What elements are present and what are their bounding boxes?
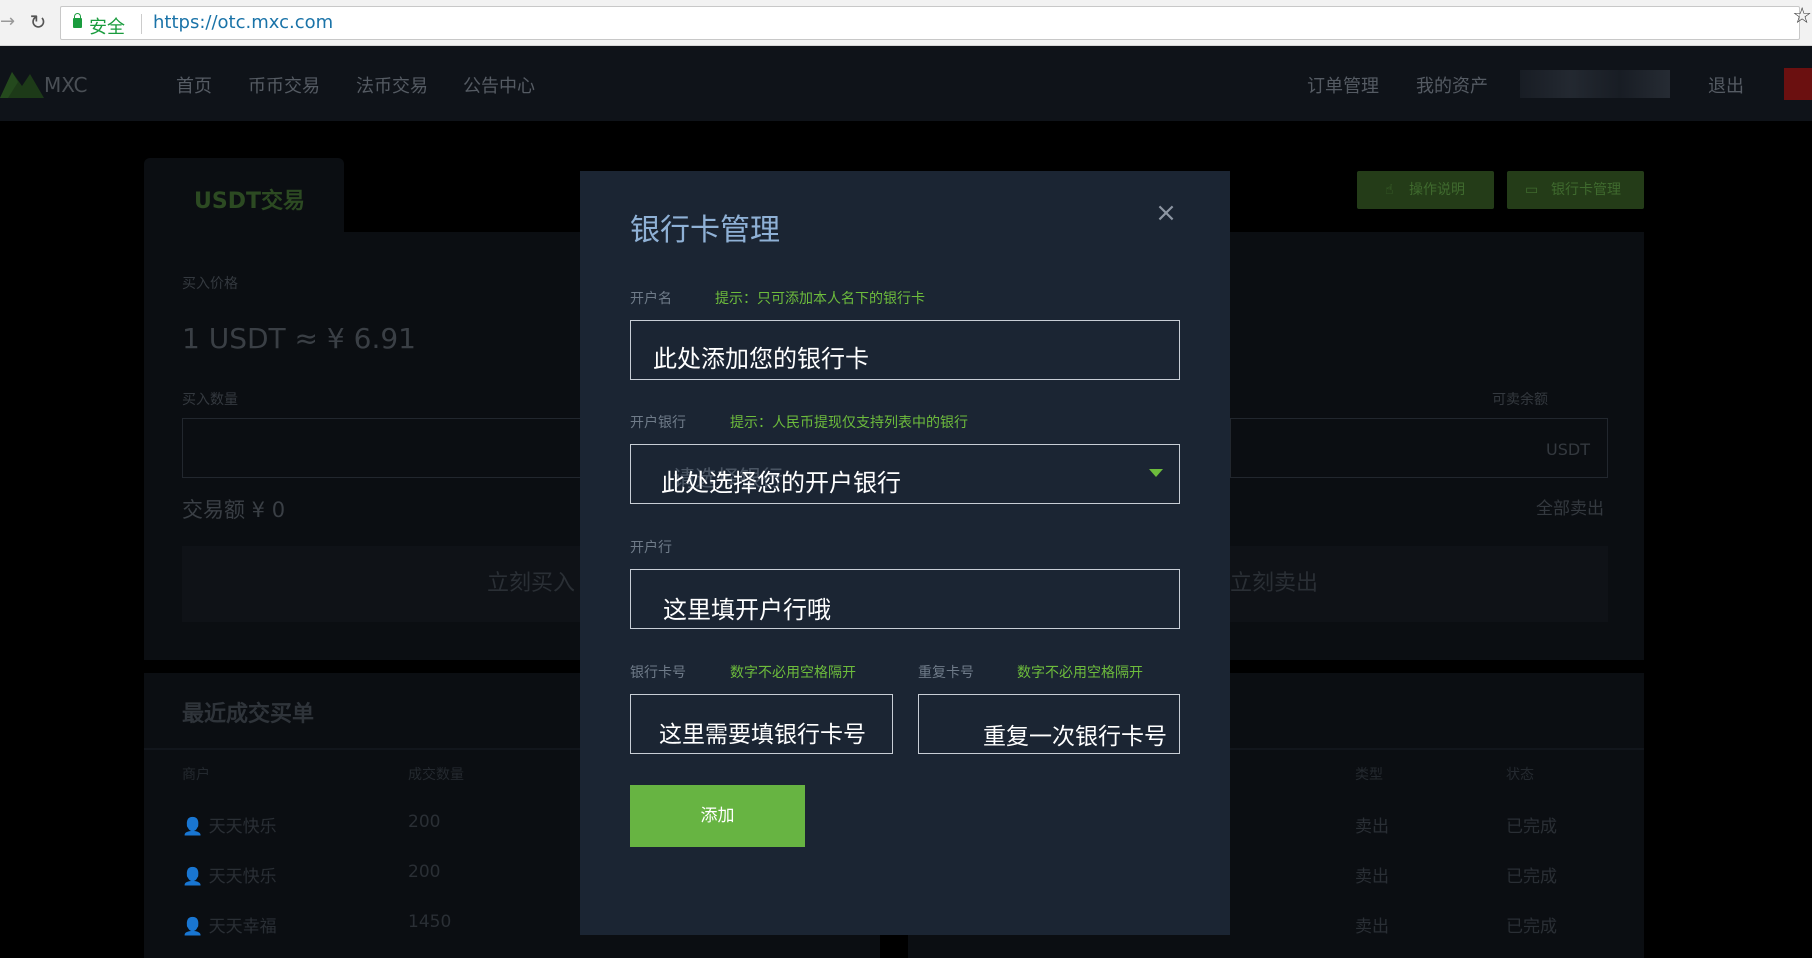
row-status: 已完成 — [1506, 817, 1557, 837]
site-header: MXC 首页 币币交易 法币交易 公告中心 订单管理 我的资产 退出 — [0, 46, 1812, 121]
address-separator — [141, 14, 142, 34]
table-header-status: 状态 — [1506, 767, 1534, 783]
row-type: 卖出 — [1355, 867, 1389, 887]
table-header-qty: 成交数量 — [408, 767, 464, 783]
row-merchant: 👤 天天快乐 — [182, 867, 277, 887]
holder-hint: 提示：只可添加本人名下的银行卡 — [715, 291, 925, 307]
row-merchant: 👤 天天快乐 — [182, 817, 277, 837]
card-number-hint: 数字不必用空格隔开 — [730, 665, 856, 681]
address-bar[interactable]: 安全 https://otc.mxc.com — [60, 6, 1800, 40]
mxc-logo-icon[interactable] — [0, 64, 44, 98]
repeat-card-label: 重复卡号 — [918, 665, 974, 681]
credit-card-icon: ▭ — [1525, 182, 1539, 198]
table-header-merchant: 商户 — [182, 767, 210, 783]
sell-all-link[interactable]: 全部卖出 — [1536, 494, 1604, 519]
row-type: 卖出 — [1355, 817, 1389, 837]
card-number-input[interactable] — [630, 694, 893, 754]
close-icon[interactable]: × — [1154, 200, 1178, 226]
nav-home[interactable]: 首页 — [176, 72, 212, 98]
nav-coin-trade[interactable]: 币币交易 — [248, 72, 320, 98]
back-arrow-icon[interactable]: → — [0, 12, 15, 32]
chevron-down-icon — [1149, 469, 1163, 477]
sell-now-button[interactable]: 立刻卖出 — [1230, 546, 1608, 622]
browser-toolbar: → ↻ 安全 https://otc.mxc.com ☆ — [0, 0, 1812, 46]
repeat-card-hint: 数字不必用空格隔开 — [1017, 665, 1143, 681]
bookmark-star-icon[interactable]: ☆ — [1792, 4, 1812, 29]
china-flag-icon[interactable] — [1784, 68, 1812, 100]
reload-icon[interactable]: ↻ — [26, 10, 50, 34]
branch-label: 开户行 — [630, 540, 672, 556]
bank-label: 开户银行 — [630, 415, 686, 431]
row-qty: 200 — [408, 812, 441, 832]
row-status: 已完成 — [1506, 917, 1557, 937]
row-status: 已完成 — [1506, 867, 1557, 887]
nav-logout[interactable]: 退出 — [1708, 72, 1744, 98]
buy-qty-input[interactable] — [182, 418, 602, 478]
holder-name-input[interactable] — [630, 320, 1180, 380]
modal-title: 银行卡管理 — [630, 213, 780, 248]
buy-qty-label: 买入数量 — [182, 392, 238, 408]
usdt-suffix: USDT — [1546, 440, 1590, 459]
bank-card-modal: 银行卡管理 × 开户名 提示：只可添加本人名下的银行卡 开户银行 提示：人民币提… — [580, 171, 1230, 935]
logo-text[interactable]: MXC — [44, 73, 87, 97]
nav-fiat-trade[interactable]: 法币交易 — [356, 72, 428, 98]
recent-title: 最近成交买单 — [182, 702, 315, 727]
nav-assets[interactable]: 我的资产 — [1416, 72, 1488, 98]
user-account-blurred[interactable] — [1520, 70, 1670, 98]
branch-input[interactable] — [630, 569, 1180, 629]
row-qty: 200 — [408, 862, 441, 882]
buy-price-label: 买入价格 — [182, 276, 238, 292]
bank-select-placeholder: 此处选择您的开户银行 — [661, 469, 901, 497]
tab-usdt-trade[interactable]: USDT交易 — [144, 158, 344, 232]
secure-label: 安全 — [89, 17, 125, 38]
add-button[interactable]: 添加 — [630, 785, 805, 847]
guide-button[interactable]: ☝ 操作说明 — [1357, 171, 1494, 209]
sellable-label: 可卖余额 — [1492, 392, 1548, 408]
holder-label: 开户名 — [630, 291, 672, 307]
row-merchant: 👤 天天幸福 — [182, 917, 277, 937]
row-type: 卖出 — [1355, 917, 1389, 937]
bank-select[interactable]: 请选择银行 此处选择您的开户银行 — [630, 444, 1180, 504]
repeat-card-input[interactable] — [918, 694, 1180, 754]
trade-amount: 交易额 ¥ 0 — [182, 498, 286, 522]
card-number-label: 银行卡号 — [630, 665, 686, 681]
nav-announcements[interactable]: 公告中心 — [463, 72, 535, 98]
buy-price-value: 1 USDT ≈ ¥ 6.91 — [182, 322, 416, 355]
buy-now-button[interactable]: 立刻买入 — [182, 546, 602, 622]
row-qty: 1450 — [408, 912, 452, 932]
bank-card-button[interactable]: ▭ 银行卡管理 — [1507, 171, 1644, 209]
bank-hint: 提示：人民币提现仅支持列表中的银行 — [730, 415, 968, 431]
table-header-type: 类型 — [1355, 767, 1383, 783]
address-url[interactable]: https://otc.mxc.com — [153, 12, 333, 33]
lock-icon — [73, 13, 82, 28]
nav-orders[interactable]: 订单管理 — [1307, 72, 1379, 98]
hand-pointer-icon: ☝ — [1385, 182, 1394, 198]
